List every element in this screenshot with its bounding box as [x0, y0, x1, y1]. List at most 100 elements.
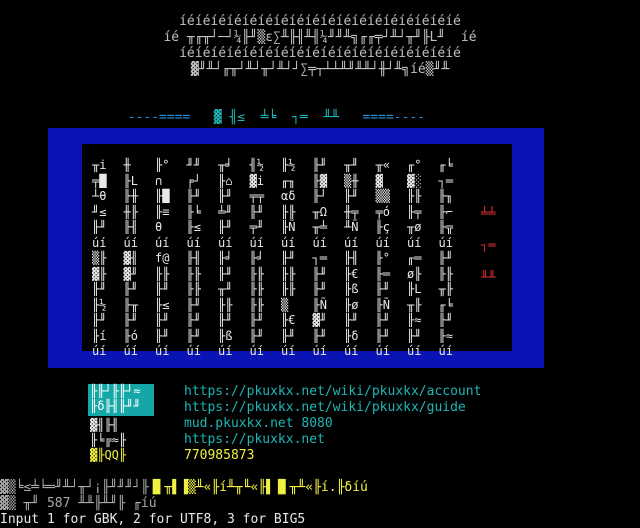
art-cell: úí	[218, 235, 233, 250]
art-cell: ╟╟	[407, 189, 422, 203]
art-cell: ╫╟	[123, 204, 138, 219]
art-cell: ▒▒	[375, 189, 390, 203]
art-cell: ╟ß	[218, 328, 233, 343]
art-cell: ╟╜	[123, 313, 138, 327]
art-cell: ╟┘	[312, 189, 327, 203]
art-cell: ╟ó	[123, 328, 138, 343]
logo-row-5: ▓╟QQ╟	[90, 448, 127, 462]
art-cell: úí	[344, 235, 359, 250]
art-cell: ╟╟	[155, 266, 170, 281]
art-cell: ╥╟	[438, 282, 453, 296]
art-cell: ╧╜	[218, 204, 233, 219]
art-cell: ╟╜	[155, 313, 170, 327]
logo-row-4: ╟╘╔≈╟	[90, 433, 127, 447]
art-cell: úí	[218, 344, 233, 358]
art-cell: ╟L	[407, 282, 422, 296]
art-cell: ╟╜	[218, 189, 233, 203]
art-cell: ╟╦	[438, 220, 453, 234]
art-cell: ╤╤	[249, 189, 264, 203]
art-cell: ╟╜	[92, 313, 107, 327]
art-cell: úí	[312, 235, 327, 250]
art-cell: úí	[186, 344, 201, 358]
art-cell: ╟Ñ	[375, 297, 390, 312]
art-cell: ╥╧	[312, 220, 327, 234]
art-cell: ╟╜	[281, 251, 296, 265]
art-cell: ╟ß	[344, 282, 359, 296]
art-cell: ╟€	[281, 313, 296, 327]
art-cell: ∩	[155, 173, 163, 188]
art-cell: ╟╜	[407, 328, 422, 343]
art-cell: úí	[92, 235, 107, 250]
art-cell: ╟╘	[186, 204, 201, 219]
art-cell: ╥╜	[218, 282, 233, 296]
art-cell: ╟╢	[186, 251, 201, 265]
art-cell: ╟█	[155, 189, 170, 203]
art-cell: ╥«	[375, 158, 390, 172]
art-cell: ╟╟	[249, 282, 264, 296]
art-cell: ╟≤	[186, 220, 201, 234]
art-cell: ╟╟	[249, 266, 264, 281]
art-cell: ╟╜	[312, 266, 327, 281]
art-cell: ╟≤	[155, 297, 170, 312]
art-cell: θ	[155, 220, 163, 234]
footer-line-2: ▓▒ ╥╜ 587 ╨╨╟╨╜╟ ╓íú	[0, 496, 157, 511]
art-cell: ╟╜	[312, 282, 327, 296]
art-cell: ╓°	[407, 158, 422, 172]
divider-right: ====----	[362, 110, 426, 125]
art-cell: ╜╜	[186, 158, 201, 172]
art-cell: úí	[123, 235, 138, 250]
art-cell: úí	[155, 235, 170, 250]
link-account[interactable]: https://pkuxkx.net/wiki/pkuxkx/account	[184, 384, 481, 400]
art-cell: ╟╟	[249, 297, 264, 312]
info-links: https://pkuxkx.net/wiki/pkuxkx/account h…	[184, 384, 481, 464]
art-cell: ╟╜	[92, 282, 107, 296]
art-cell: úí	[407, 344, 422, 358]
art-cell: ╟╢	[123, 220, 138, 234]
art-cell: ╟╜	[186, 328, 201, 343]
art-cell: αδ	[281, 189, 296, 203]
link-home[interactable]: https://pkuxkx.net	[184, 432, 481, 448]
art-cell: ╤ó	[375, 204, 390, 219]
art-cell: ╟≈	[407, 313, 422, 327]
link-guide[interactable]: https://pkuxkx.net/wiki/pkuxkx/guide	[184, 400, 481, 416]
art-cell: ╟╜	[155, 282, 170, 296]
art-cell: ▓╜	[123, 266, 138, 281]
art-cell: ╟╜	[218, 220, 233, 234]
art-cell: ╟╟	[281, 204, 296, 219]
art-cell: ╟═	[375, 266, 390, 281]
art-cell: ╟╜	[375, 328, 390, 343]
art-cell: ╟╜	[312, 328, 327, 343]
art-cell: ╓═	[407, 251, 422, 265]
art-cell: ╥╜	[344, 158, 359, 172]
art-cell: ╟╟	[438, 266, 453, 281]
art-cell: ╟╜	[123, 282, 138, 296]
art-cell: úí	[312, 344, 327, 358]
art-cell: ╟╖	[438, 189, 453, 203]
art-cell: úí	[249, 344, 264, 358]
art-cell: ╒┘	[186, 173, 201, 188]
art-cell: ╫╤	[344, 204, 359, 219]
art-cell: ╓╘	[438, 297, 453, 312]
art-cell: ╜≤	[92, 204, 107, 219]
art-cell: ╟╜	[344, 313, 359, 327]
art-cell: ╟╜	[344, 189, 359, 203]
server-address: mud.pkuxkx.net 8080	[184, 416, 333, 431]
art-grid: ╥i ╫ ╟° ╜╜ ╥╛ ╢½ ╟½ ╟╜ ╥╜ ╥« ╓° ╓╘ ╤█ ╟L ∩ ╒┘ ╟⌂ ▓i ╓╖ ╟▓ ▒╫…	[92, 158, 470, 360]
art-cell: úí	[249, 235, 264, 250]
art-cell: úí	[155, 344, 170, 358]
art-cell: ╟½	[281, 158, 296, 172]
art-cell: úí	[186, 235, 201, 250]
art-cell: ╟°	[155, 158, 170, 172]
side-symbol-3: ╨╨	[481, 270, 496, 284]
art-cell: ╟╜	[218, 313, 233, 327]
side-symbol-1: ╧╧	[481, 206, 496, 220]
art-cell: ╟╜	[155, 328, 170, 343]
divider-middle: ▓ ╢≤ ╧╘ ┐═ ╨╨	[213, 110, 339, 125]
art-cell: ╟≈	[438, 328, 453, 343]
art-cell: ╓╖	[281, 173, 296, 188]
art-cell: ╥i	[92, 158, 107, 172]
art-cell: ╟╜	[249, 313, 264, 327]
art-cell: ▓╜	[312, 313, 327, 327]
art-cell: ╟▓	[312, 173, 327, 188]
art-cell: ▒╟	[92, 251, 107, 265]
